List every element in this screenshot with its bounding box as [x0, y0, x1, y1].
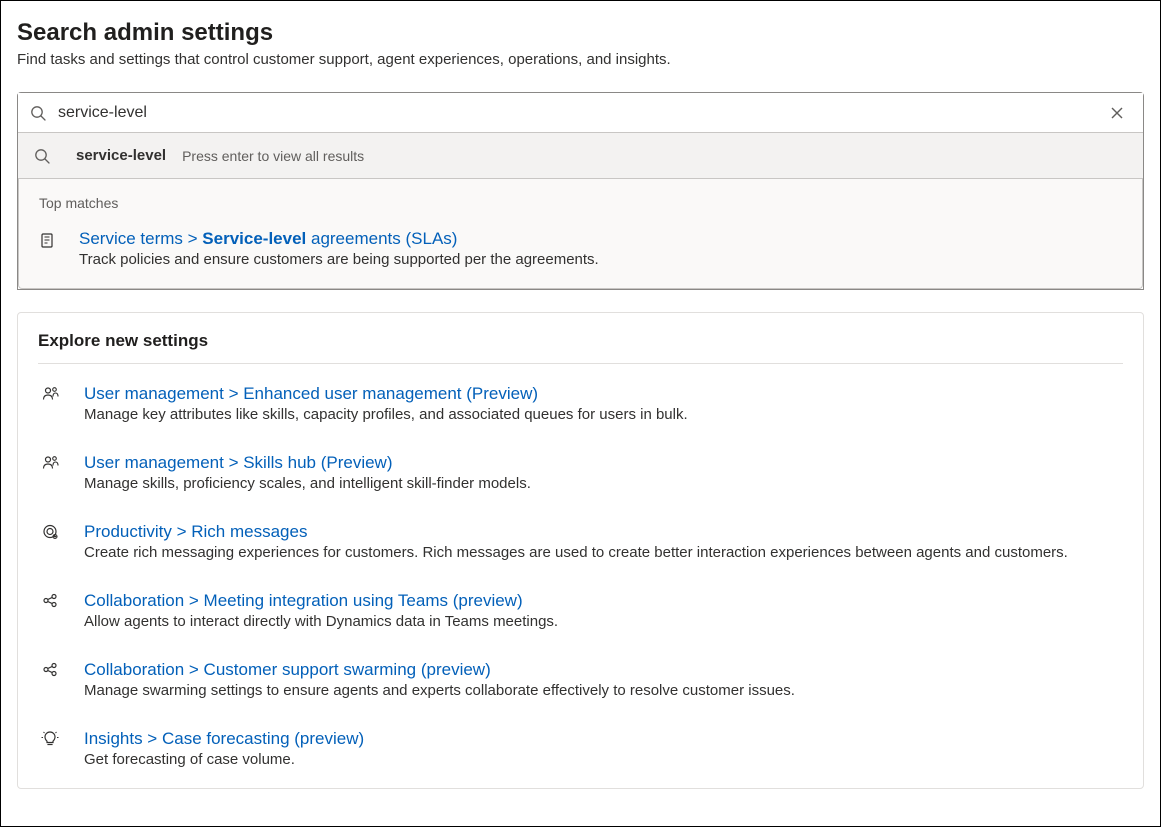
page-title: Search admin settings	[17, 19, 1144, 47]
top-match-item: Service terms > Service-level agreements…	[39, 229, 1122, 268]
close-icon	[1109, 105, 1125, 121]
match-link-suffix: agreements (SLAs)	[306, 229, 457, 248]
suggestion-term: service-level	[76, 147, 166, 164]
explore-description: Manage key attributes like skills, capac…	[84, 406, 1123, 423]
suggestion-hint: Press enter to view all results	[182, 148, 364, 164]
explore-link[interactable]: Collaboration > Customer support swarmin…	[84, 660, 1123, 680]
people-icon	[38, 453, 62, 471]
share-icon	[38, 591, 62, 609]
explore-link[interactable]: Insights > Case forecasting (preview)	[84, 729, 1123, 749]
explore-item: Collaboration > Meeting integration usin…	[38, 591, 1123, 630]
explore-item: Insights > Case forecasting (preview) Get…	[38, 729, 1123, 768]
explore-item: Collaboration > Customer support swarmin…	[38, 660, 1123, 699]
search-input[interactable]	[52, 104, 1103, 122]
match-link-prefix: Service terms >	[79, 229, 202, 248]
document-icon	[39, 229, 59, 249]
explore-description: Create rich messaging experiences for cu…	[84, 544, 1123, 561]
explore-item: User management > Enhanced user manageme…	[38, 384, 1123, 423]
target-icon	[38, 522, 62, 540]
explore-description: Get forecasting of case volume.	[84, 751, 1123, 768]
top-matches-heading: Top matches	[39, 195, 1122, 211]
explore-description: Allow agents to interact directly with D…	[84, 613, 1123, 630]
explore-item: Productivity > Rich messages Create rich …	[38, 522, 1123, 561]
page-subtitle: Find tasks and settings that control cus…	[17, 51, 1144, 68]
match-link-highlight: Service-level	[202, 229, 306, 248]
explore-heading: Explore new settings	[38, 331, 1123, 364]
explore-item: User management > Skills hub (Preview) Ma…	[38, 453, 1123, 492]
search-container: service-level Press enter to view all re…	[17, 92, 1144, 290]
explore-link[interactable]: Productivity > Rich messages	[84, 522, 1123, 542]
explore-link[interactable]: Collaboration > Meeting integration usin…	[84, 591, 1123, 611]
explore-panel: Explore new settings User management > E…	[17, 312, 1144, 789]
share-icon	[38, 660, 62, 678]
top-matches-panel: Top matches Service terms > Service-leve…	[18, 179, 1143, 289]
clear-search-button[interactable]	[1103, 99, 1131, 127]
top-match-description: Track policies and ensure customers are …	[79, 251, 1122, 268]
search-icon	[34, 148, 56, 164]
explore-link[interactable]: User management > Skills hub (Preview)	[84, 453, 1123, 473]
lightbulb-icon	[38, 729, 62, 747]
explore-link[interactable]: User management > Enhanced user manageme…	[84, 384, 1123, 404]
search-row	[18, 93, 1143, 133]
top-match-link[interactable]: Service terms > Service-level agreements…	[79, 229, 1122, 249]
explore-description: Manage swarming settings to ensure agent…	[84, 682, 1123, 699]
search-icon	[30, 105, 52, 121]
explore-description: Manage skills, proficiency scales, and i…	[84, 475, 1123, 492]
people-icon	[38, 384, 62, 402]
search-suggestion-row[interactable]: service-level Press enter to view all re…	[18, 133, 1143, 179]
